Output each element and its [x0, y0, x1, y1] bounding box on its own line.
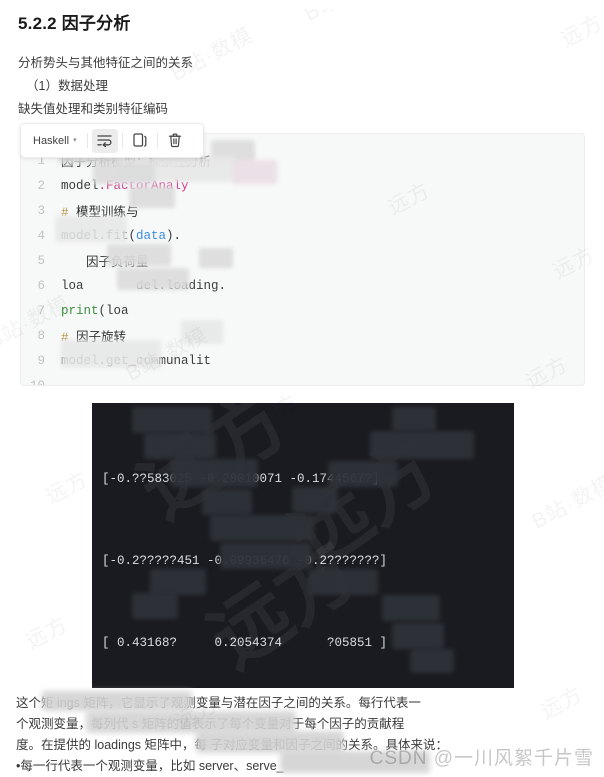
code-line: 3 # 模型训练与	[21, 198, 584, 223]
line-number: 4	[37, 228, 45, 243]
watermark-bilibili: B站·数模	[526, 467, 604, 535]
language-selector[interactable]: Haskell ▾	[27, 132, 83, 150]
code-line: 8 # 因子旋转	[21, 323, 584, 348]
code-lines: 1 因子分析模型：探索性分析 2 model.FactorAnaly 3 # 模型训练…	[21, 134, 584, 386]
code-text: model.fit(data).	[61, 228, 182, 243]
code-text: model.get_communalit	[61, 353, 212, 368]
line-number: 9	[37, 353, 45, 368]
code-text: # 因子旋转	[61, 330, 127, 345]
line-number: 8	[37, 328, 45, 343]
intro-line-3: 缺失值处理和类别特征编码	[18, 102, 169, 116]
code-toolbar[interactable]: Haskell ▾	[20, 123, 204, 158]
code-line: 2 model.FactorAnaly	[21, 173, 584, 198]
intro-line-1: 分析势头与其他特征之间的关系	[18, 56, 194, 70]
explanation-line-2: 个观测变量，每列代 s 矩阵的值表示了每个变量对于每个因子的贡献程	[16, 717, 405, 731]
code-line: 5 因子负荷量	[21, 248, 584, 273]
intro-line-2: （1）数据处理	[26, 79, 108, 93]
copy-button[interactable]	[127, 129, 153, 153]
line-number: 10	[29, 378, 45, 386]
line-number: 2	[37, 178, 45, 193]
line-number: 5	[37, 253, 45, 268]
language-label: Haskell	[33, 134, 70, 147]
output-row: [ 0.43168? 0.2054374 ?05851 ]	[102, 636, 388, 651]
code-line: 9 model.get_communalit	[21, 348, 584, 373]
divider	[121, 133, 123, 148]
chevron-down-icon: ▾	[73, 137, 77, 144]
wrap-lines-button[interactable]	[91, 128, 118, 153]
code-line: 6 loa del.loading.	[21, 273, 584, 298]
document-body: 5.2.2 因子分析 分析势头与其他特征之间的关系 （1）数据处理 缺失值处理和…	[0, 9, 604, 121]
copy-icon	[132, 133, 147, 148]
delete-button[interactable]	[162, 129, 188, 153]
output-text: [-0.??583025 -0.28010071 -0.1744567?] [-…	[92, 403, 514, 688]
trash-icon	[168, 133, 182, 148]
code-text: print(loa	[61, 303, 129, 318]
line-number: 7	[37, 303, 45, 318]
page-title: 5.2.2 因子分析	[18, 14, 131, 33]
output-row: [-0.2?????451 -0.09936476 -0.2???????]	[102, 554, 388, 569]
line-number: 3	[37, 203, 45, 218]
code-output-panel: [-0.??583025 -0.28010071 -0.1744567?] [-…	[92, 403, 514, 688]
code-text: loa del.loading.	[61, 278, 227, 293]
wrap-lines-icon	[97, 134, 112, 147]
watermark-yuanfang: 远方	[40, 463, 93, 510]
code-line: 4 model.fit(data).	[21, 223, 584, 248]
divider	[86, 133, 88, 148]
code-line: 10	[21, 373, 584, 386]
code-line: 7 print(loa	[21, 298, 584, 323]
csdn-watermark: CSDN @一川风絮千片雪	[369, 748, 594, 769]
explanation-line-1: 这个矩 ings 矩阵，它显示了观测变量与潜在因子之间的关系。每行代表一	[16, 696, 421, 710]
divider	[156, 133, 158, 148]
code-text: # 模型训练与	[61, 205, 139, 220]
code-editor[interactable]: 1 因子分析模型：探索性分析 2 model.FactorAnaly 3 # 模型训练…	[20, 133, 585, 386]
output-row: [-0.??583025 -0.28010071 -0.1744567?]	[102, 471, 380, 486]
watermark-yuanfang: 远方	[20, 608, 73, 655]
line-number: 6	[37, 278, 45, 293]
code-text: model.FactorAnaly	[61, 178, 189, 193]
code-block-container: 1 因子分析模型：探索性分析 2 model.FactorAnaly 3 # 模型训练…	[0, 123, 604, 393]
code-text: 因子负荷量	[61, 255, 149, 269]
